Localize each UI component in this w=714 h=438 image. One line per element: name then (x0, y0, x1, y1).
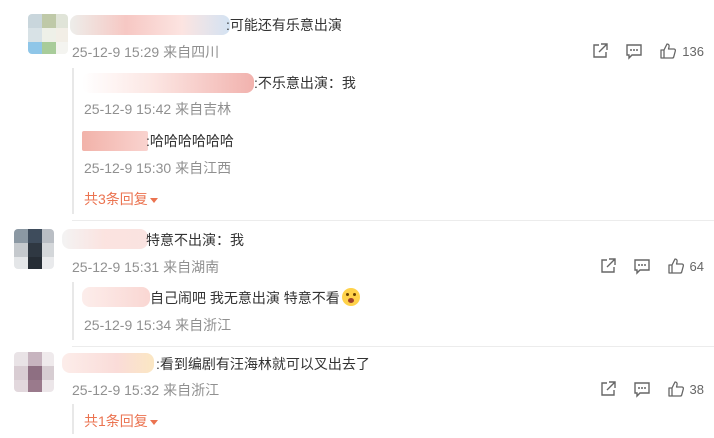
reply-text: 自己闹吧 我无意出演 特意不看 (150, 288, 360, 308)
comment-meta: 25-12-9 15:29 来自四川 (72, 44, 220, 60)
reply-meta: 25-12-9 15:42 来自吉林 (84, 101, 232, 117)
avatar[interactable] (28, 14, 68, 54)
share-button[interactable] (599, 380, 617, 398)
avatar[interactable] (14, 352, 54, 392)
reply-text-content: 自己闹吧 我无意出演 特意不看 (150, 290, 340, 306)
comment-icon (626, 44, 642, 60)
like-button[interactable]: 64 (667, 257, 704, 275)
username[interactable] (70, 15, 230, 35)
like-icon (667, 381, 684, 397)
like-button[interactable]: 136 (659, 42, 704, 60)
shocked-face-emoji-icon (341, 288, 360, 306)
reply-meta: 25-12-9 15:34 来自浙江 (84, 317, 232, 333)
caret-down-icon (149, 419, 158, 425)
like-count: 136 (682, 43, 704, 59)
reply-username[interactable] (82, 131, 148, 151)
like-icon (660, 43, 677, 59)
share-icon (593, 43, 608, 58)
comment-meta: 25-12-9 15:31 来自湖南 (72, 259, 220, 275)
share-icon (600, 258, 616, 273)
comment-text: :看到编剧有汪海林就可以叉出去了 (156, 356, 370, 372)
reply-username[interactable] (82, 73, 254, 93)
view-replies-link[interactable]: 共3条回复 (84, 189, 158, 209)
reply-thread-line (72, 404, 74, 434)
like-count: 38 (689, 381, 704, 397)
avatar[interactable] (14, 229, 54, 269)
comment-actions: 38 (583, 380, 704, 398)
comment-text: 特意不出演：我 (146, 232, 244, 248)
reply-text: :哈哈哈哈哈哈 (146, 133, 234, 149)
view-replies-label: 共3条回复 (84, 191, 148, 207)
share-button[interactable] (591, 42, 609, 60)
comment-meta: 25-12-9 15:32 来自浙江 (72, 382, 220, 398)
reply-thread-line (72, 282, 74, 340)
like-button[interactable]: 38 (667, 380, 704, 398)
comment-button[interactable] (633, 257, 651, 275)
reply-thread-line (72, 68, 74, 214)
comment-icon (633, 259, 650, 275)
comment-icon (633, 382, 650, 398)
caret-down-icon (149, 197, 158, 203)
like-icon (667, 258, 684, 274)
reply-meta: 25-12-9 15:30 来自江西 (84, 160, 232, 176)
reply-username[interactable] (82, 287, 150, 307)
comment-button[interactable] (633, 380, 651, 398)
comment-actions: 64 (583, 257, 704, 275)
share-icon (600, 381, 616, 396)
share-button[interactable] (599, 257, 617, 275)
like-count: 64 (689, 258, 704, 274)
username[interactable] (62, 353, 154, 373)
view-replies-link[interactable]: 共1条回复 (84, 411, 158, 431)
username[interactable] (62, 229, 148, 249)
comment-text: :可能还有乐意出演 (226, 17, 342, 33)
divider (72, 346, 714, 347)
comment-button[interactable] (625, 42, 643, 60)
divider (72, 220, 714, 221)
comment-actions: 136 (575, 42, 704, 60)
view-replies-label: 共1条回复 (84, 413, 148, 429)
reply-text: :不乐意出演：我 (254, 75, 356, 91)
